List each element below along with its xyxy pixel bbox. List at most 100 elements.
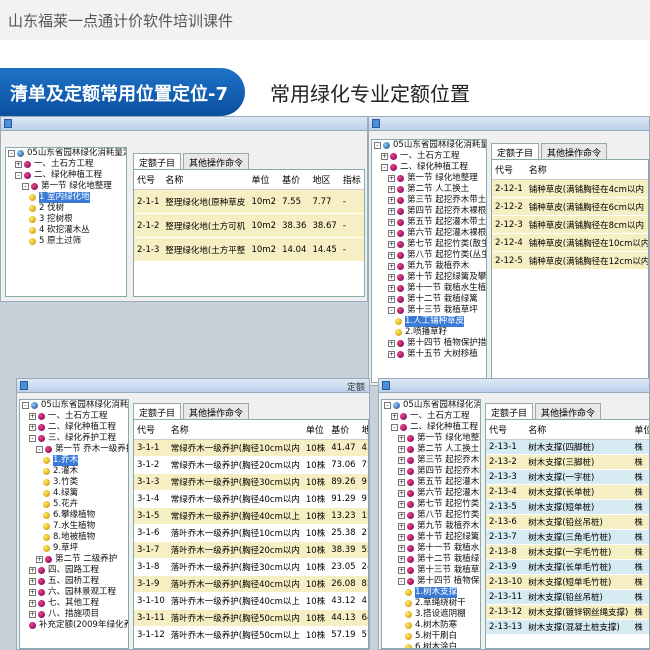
tree-node[interactable]: + 第四节 起挖乔木裸根 (382, 466, 480, 477)
table-row[interactable]: 2-13-10 树木支撑(短单毛竹桩) 株 (486, 574, 649, 590)
tree-node[interactable]: 1.树木支撑 (382, 587, 480, 598)
table-row[interactable]: 2-12-3铺种草皮(满铺胸径在8cm以内株 (492, 215, 648, 234)
tree-node[interactable]: + 七、其他工程 (20, 598, 128, 609)
expand-toggle-icon[interactable]: + (388, 219, 395, 226)
tree-node[interactable]: + 第十三节 栽植草坪 (382, 565, 480, 576)
tree-node[interactable]: 2.草绳绕树干 (382, 598, 480, 609)
tree-node[interactable]: + 一、土石方工程 (6, 159, 126, 170)
tree-node[interactable]: - 05山东省园林绿化消耗量定额 (372, 140, 486, 151)
tree-node[interactable]: + 第十二节 栽植绿篱 (372, 294, 486, 305)
tree-node[interactable]: + 一、土石方工程 (372, 151, 486, 162)
table-row[interactable]: 2-13-11 树木支撑(铅丝吊桩) 株 (486, 589, 649, 605)
tree-node[interactable]: + 第二节 人工换土 (372, 184, 486, 195)
tree-node[interactable]: 3.搭设遮阴棚 (382, 609, 480, 620)
expand-toggle-icon[interactable]: + (29, 413, 36, 420)
expand-toggle-icon[interactable]: + (398, 468, 405, 475)
collapse-toggle-icon[interactable]: - (22, 402, 29, 409)
tree-node[interactable]: + 五、园桥工程 (20, 576, 128, 587)
table-row[interactable]: 3-1-9落叶乔木一级养护(胸径40cm以内10株26.0883.06- (134, 575, 368, 593)
collapse-toggle-icon[interactable]: - (29, 435, 36, 442)
expand-toggle-icon[interactable]: + (388, 296, 395, 303)
quota-tree[interactable]: - 05山东省园林绿化消耗量定额 + 一、土石方工程 - 二、绿化种植工程 + 第一节 绿化地… (381, 399, 481, 649)
tree-node[interactable]: 2.喷播草籽 (372, 327, 486, 338)
tree-node[interactable]: 2.灌木 (20, 466, 128, 477)
tree-node[interactable]: - 05山东省园林绿化消耗量定额 (20, 400, 128, 411)
column-header[interactable]: 代号 (134, 420, 168, 440)
collapse-toggle-icon[interactable]: - (36, 446, 43, 453)
tree-node[interactable]: - 二、绿化种植工程 (6, 170, 126, 181)
tree-node[interactable]: - 第一节 乔木一级养护 (20, 444, 128, 455)
tree-node[interactable]: 补充定额(2009年绿化养护) (20, 620, 128, 631)
tree-node[interactable]: - 第十三节 栽植草坪 (372, 305, 486, 316)
table-row[interactable]: 2-13-4 树木支撑(长单桩) 株 (486, 484, 649, 500)
expand-toggle-icon[interactable]: + (388, 285, 395, 292)
tree-node[interactable]: 9.草坪 (20, 543, 128, 554)
tree-node[interactable]: 6.攀缘植物 (20, 510, 128, 521)
expand-toggle-icon[interactable]: + (388, 351, 395, 358)
tree-node[interactable]: + 一、土石方工程 (20, 411, 128, 422)
expand-toggle-icon[interactable]: + (398, 534, 405, 541)
expand-toggle-icon[interactable]: + (398, 490, 405, 497)
table-row[interactable]: 2-1-3 整理绿化地(土方平整 10m2 14.04 14.45- (134, 237, 364, 262)
expand-toggle-icon[interactable]: + (29, 578, 36, 585)
tree-node[interactable]: - 三、绿化养护工程 (20, 433, 128, 444)
column-header[interactable]: 代号 (486, 420, 526, 440)
column-header[interactable]: 代号 (492, 160, 526, 180)
tree-node[interactable]: 3.竹类 (20, 477, 128, 488)
table-row[interactable]: 2-12-4铺种草皮(满铺胸径在10cm以内株 (492, 233, 648, 252)
expand-toggle-icon[interactable]: + (29, 600, 36, 607)
expand-toggle-icon[interactable]: + (398, 545, 405, 552)
column-header[interactable]: 地区 (358, 420, 368, 440)
expand-toggle-icon[interactable]: + (29, 611, 36, 618)
column-header[interactable]: 名称 (525, 420, 632, 440)
column-header[interactable]: 名称 (162, 170, 249, 190)
collapse-toggle-icon[interactable]: - (384, 402, 391, 409)
table-row[interactable]: 2-1-2 整理绿化地(土方可机 10m2 38.36 38.67- (134, 213, 364, 238)
expand-toggle-icon[interactable]: + (36, 556, 43, 563)
tree-node[interactable]: + 第二节 人工换土 (382, 444, 480, 455)
table-row[interactable]: 2-13-8 树木支撑(一字毛竹桩) 株 (486, 544, 649, 560)
table-row[interactable]: 2-13-5 树木支撑(短单桩) 株 (486, 499, 649, 515)
table-row[interactable]: 3-1-5常绿乔木一级养护(胸径40cm以上10株13.2315.12- (134, 507, 368, 525)
collapse-toggle-icon[interactable]: - (8, 150, 15, 157)
tree-node[interactable]: - 05山东省园林绿化消耗量定额 (382, 400, 480, 411)
tree-node[interactable]: - 05山东省园林绿化消耗量定额 (6, 148, 126, 159)
expand-toggle-icon[interactable]: + (15, 161, 22, 168)
table-row[interactable]: 3-1-2常绿乔木一级养护(胸径20cm以内10株73.0675.91- (134, 456, 368, 474)
quota-tree[interactable]: -05山东省园林绿化消耗量定额+一、土石方工程-二、绿化种植工程-第一节 绿化地… (5, 147, 127, 297)
tree-node[interactable]: + 第十四节 植物保护措施 (372, 338, 486, 349)
tree-node[interactable]: - 二、绿化种植工程 (372, 162, 486, 173)
column-header[interactable]: 地区 (309, 170, 340, 190)
table-row[interactable]: 2-13-9 树木支撑(长单毛竹桩) 株 (486, 559, 649, 575)
table-row[interactable]: 2-13-1 树木支撑(四脚桩) 株 (486, 439, 649, 455)
column-header[interactable]: 名称 (525, 160, 648, 180)
tree-node[interactable]: + 第五节 起挖灌木带土球 (382, 477, 480, 488)
tree-node[interactable]: + 第二节 二级养护 (20, 554, 128, 565)
tree-node[interactable]: + 第九节 栽植乔木 (372, 261, 486, 272)
tree-node[interactable]: + 一、土石方工程 (382, 411, 480, 422)
table-row[interactable]: 3-1-8落叶乔木一级养护(胸径30cm以内10株23.0524.60- (134, 558, 368, 576)
tree-node[interactable]: + 第六节 起挖灌木裸根 (372, 228, 486, 239)
expand-toggle-icon[interactable]: + (391, 413, 398, 420)
table-row[interactable]: 3-1-12落叶乔木一级养护(胸径50cm以上10株57.1957.62- (134, 626, 368, 644)
table-row[interactable]: 2-12-5铺种草皮(满铺胸径在12cm以内株 (492, 251, 648, 270)
expand-toggle-icon[interactable]: + (388, 274, 395, 281)
tree-node[interactable]: 4.绿篱 (20, 488, 128, 499)
tree-node[interactable]: + 第三节 起挖乔木带土球 (382, 455, 480, 466)
collapse-toggle-icon[interactable]: - (22, 183, 29, 190)
table-row[interactable]: 2-1-1 整理绿化地(原种草皮 10m2 7.55 7.77- (134, 189, 364, 214)
tree-node[interactable]: + 第一节 绿化地整理 (382, 433, 480, 444)
table-row[interactable]: 2-13-6 树木支撑(铅丝吊桩) 株 (486, 514, 649, 530)
collapse-toggle-icon[interactable]: - (374, 142, 381, 149)
tree-node[interactable]: - 第十四节 植物保护措施 (382, 576, 480, 587)
tree-node[interactable]: + 第八节 起挖竹类(丛生竹 (372, 250, 486, 261)
tree-node[interactable]: + 八、措施项目 (20, 609, 128, 620)
table-row[interactable]: 2-13-2 树木支撑(三脚桩) 株 (486, 454, 649, 470)
collapse-toggle-icon[interactable]: - (15, 172, 22, 179)
tree-node[interactable]: + 第九节 栽植乔木 (382, 521, 480, 532)
table-row[interactable]: 2-12-2铺种草皮(满铺胸径在6cm以内株 (492, 197, 648, 216)
column-header[interactable]: 单位 (631, 420, 649, 440)
tree-node[interactable]: 5 原土过筛 (6, 236, 126, 247)
quota-tree[interactable]: -05山东省园林绿化消耗量定额+一、土石方工程+二、绿化种植工程-三、绿化养护工… (19, 399, 129, 649)
table-row[interactable]: 3-1-4常绿乔木一级养护(胸径40cm以内10株91.2997.24- (134, 490, 368, 508)
